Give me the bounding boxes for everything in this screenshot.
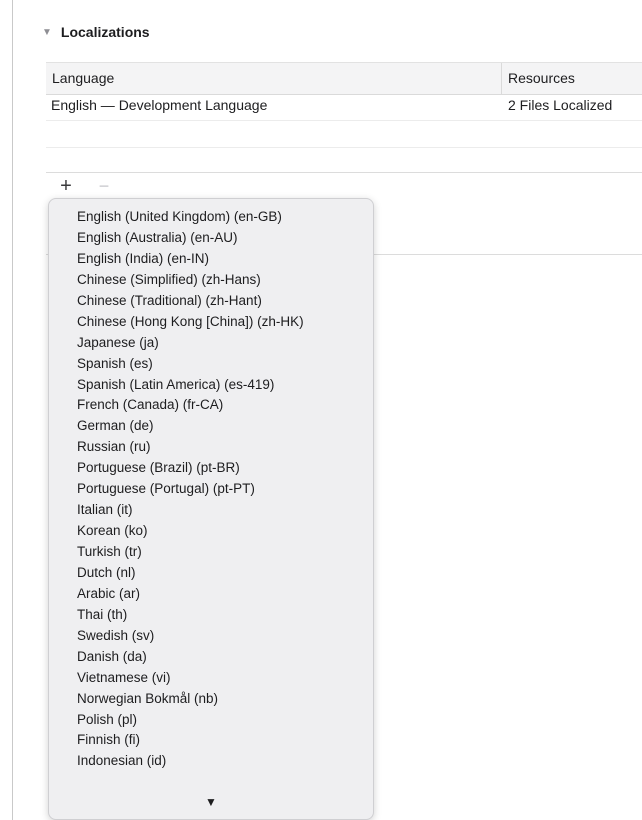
menu-item-language[interactable]: Chinese (Simplified) (zh-Hans) <box>77 270 304 291</box>
column-header-language[interactable]: Language <box>52 70 114 86</box>
language-popup-menu: English (United Kingdom) (en-GB) English … <box>48 198 374 820</box>
menu-item-language[interactable]: Vietnamese (vi) <box>77 668 304 689</box>
menu-item-language[interactable]: Indonesian (id) <box>77 751 304 772</box>
menu-item-language[interactable]: Chinese (Traditional) (zh-Hant) <box>77 291 304 312</box>
menu-item-language[interactable]: Turkish (tr) <box>77 542 304 563</box>
menu-item-language[interactable]: English (Australia) (en-AU) <box>77 228 304 249</box>
panel-divider <box>12 0 13 820</box>
scroll-down-arrow-icon[interactable]: ▼ <box>49 795 373 809</box>
add-remove-control: + − <box>56 175 114 198</box>
table-row-empty <box>46 121 642 148</box>
menu-item-language[interactable]: Spanish (es) <box>77 354 304 375</box>
menu-item-language[interactable]: Chinese (Hong Kong [China]) (zh-HK) <box>77 312 304 333</box>
menu-item-language[interactable]: Russian (ru) <box>77 437 304 458</box>
menu-item-language[interactable]: English (United Kingdom) (en-GB) <box>77 207 304 228</box>
remove-localization-button[interactable]: − <box>94 176 114 197</box>
menu-item-language[interactable]: Polish (pl) <box>77 710 304 731</box>
menu-item-language[interactable]: Portuguese (Portugal) (pt-PT) <box>77 479 304 500</box>
menu-item-language[interactable]: Spanish (Latin America) (es-419) <box>77 375 304 396</box>
menu-item-language[interactable]: French (Canada) (fr-CA) <box>77 395 304 416</box>
table-header: Language Resources <box>46 62 642 95</box>
table-bottom-divider <box>46 172 642 173</box>
menu-item-language[interactable]: Portuguese (Brazil) (pt-BR) <box>77 458 304 479</box>
menu-item-language[interactable]: Danish (da) <box>77 647 304 668</box>
menu-item-language[interactable]: Japanese (ja) <box>77 333 304 354</box>
menu-item-language[interactable]: Norwegian Bokmål (nb) <box>77 689 304 710</box>
localizations-section-header[interactable]: ▼ Localizations <box>42 24 150 40</box>
cell-language: English — Development Language <box>51 97 268 113</box>
localizations-table: Language Resources English — Development… <box>46 62 642 148</box>
table-row[interactable]: English — Development Language 2 Files L… <box>46 95 642 121</box>
section-title: Localizations <box>60 24 150 40</box>
menu-item-language[interactable]: Arabic (ar) <box>77 584 304 605</box>
cell-resources: 2 Files Localized <box>508 97 613 113</box>
menu-item-language[interactable]: Korean (ko) <box>77 521 304 542</box>
localizations-panel: ▼ Localizations Language Resources Engli… <box>0 0 642 820</box>
menu-item-language[interactable]: German (de) <box>77 416 304 437</box>
menu-item-language[interactable]: English (India) (en-IN) <box>77 249 304 270</box>
disclosure-triangle-icon[interactable]: ▼ <box>42 27 52 38</box>
column-header-resources[interactable]: Resources <box>508 70 575 86</box>
menu-item-language[interactable]: Dutch (nl) <box>77 563 304 584</box>
add-localization-button[interactable]: + <box>56 175 76 198</box>
menu-item-language[interactable]: Swedish (sv) <box>77 626 304 647</box>
column-divider[interactable] <box>501 63 502 94</box>
menu-item-language[interactable]: Finnish (fi) <box>77 730 304 751</box>
menu-item-language[interactable]: Italian (it) <box>77 500 304 521</box>
language-menu-list: English (United Kingdom) (en-GB) English … <box>77 207 304 772</box>
menu-item-language[interactable]: Thai (th) <box>77 605 304 626</box>
